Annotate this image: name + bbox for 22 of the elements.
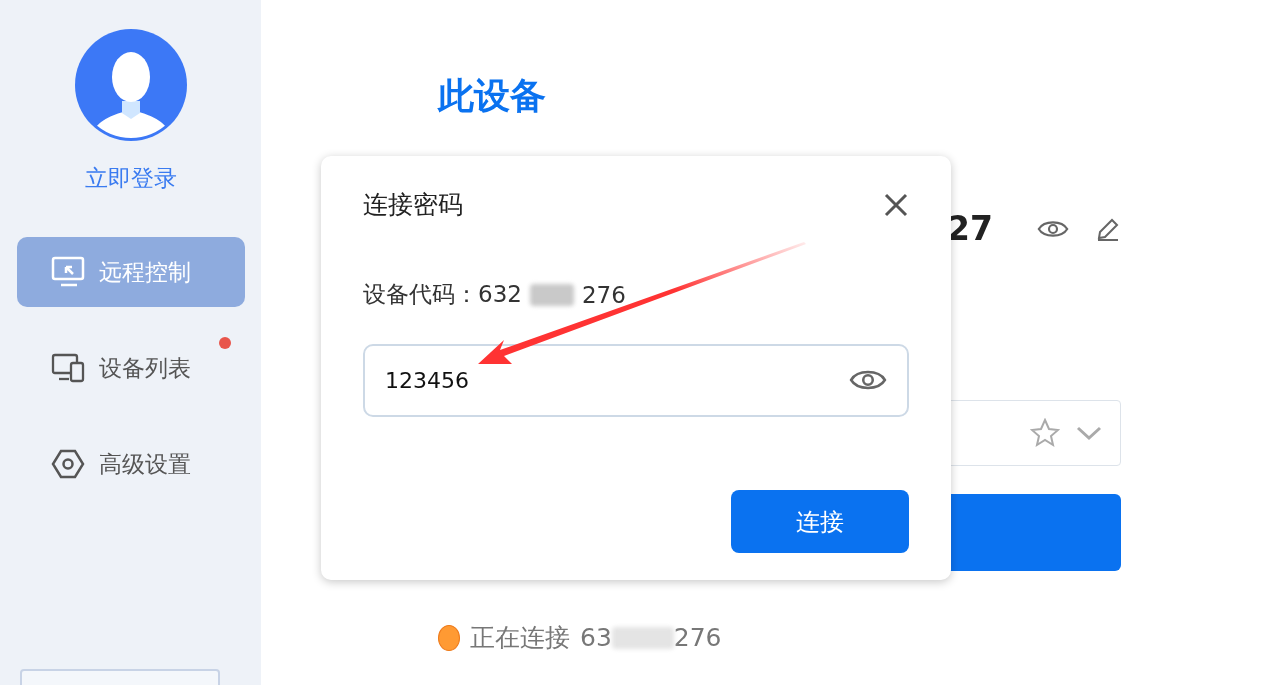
devices-icon [50, 351, 85, 385]
device-code: 63 [580, 623, 612, 652]
status-dot [438, 624, 460, 651]
nav-item[interactable]: 高级设置 [16, 429, 245, 499]
avatar-icon[interactable] [74, 29, 187, 141]
password-field[interactable]: 123456 [363, 344, 909, 417]
status-text: 正在连接 [470, 622, 570, 654]
close-icon[interactable] [883, 191, 909, 218]
dialog-title: 连接密码 [363, 189, 463, 221]
redaction-blur [611, 626, 674, 649]
redaction-blur [529, 283, 574, 306]
monitor-icon [50, 255, 85, 289]
login-link[interactable]: 立即登录 [84, 163, 177, 194]
star-icon[interactable] [1030, 418, 1060, 448]
device-code-label: 设备代码：632 [363, 280, 522, 309]
device-code: 276 [581, 281, 626, 308]
device-id: 27 [947, 209, 993, 248]
device-code: 276 [673, 623, 722, 652]
connect-button[interactable]: 连接 [731, 490, 909, 553]
nav-item[interactable]: 设备列表 [16, 333, 245, 403]
page-title: 此设备 [438, 74, 547, 118]
settings-icon [50, 447, 85, 481]
